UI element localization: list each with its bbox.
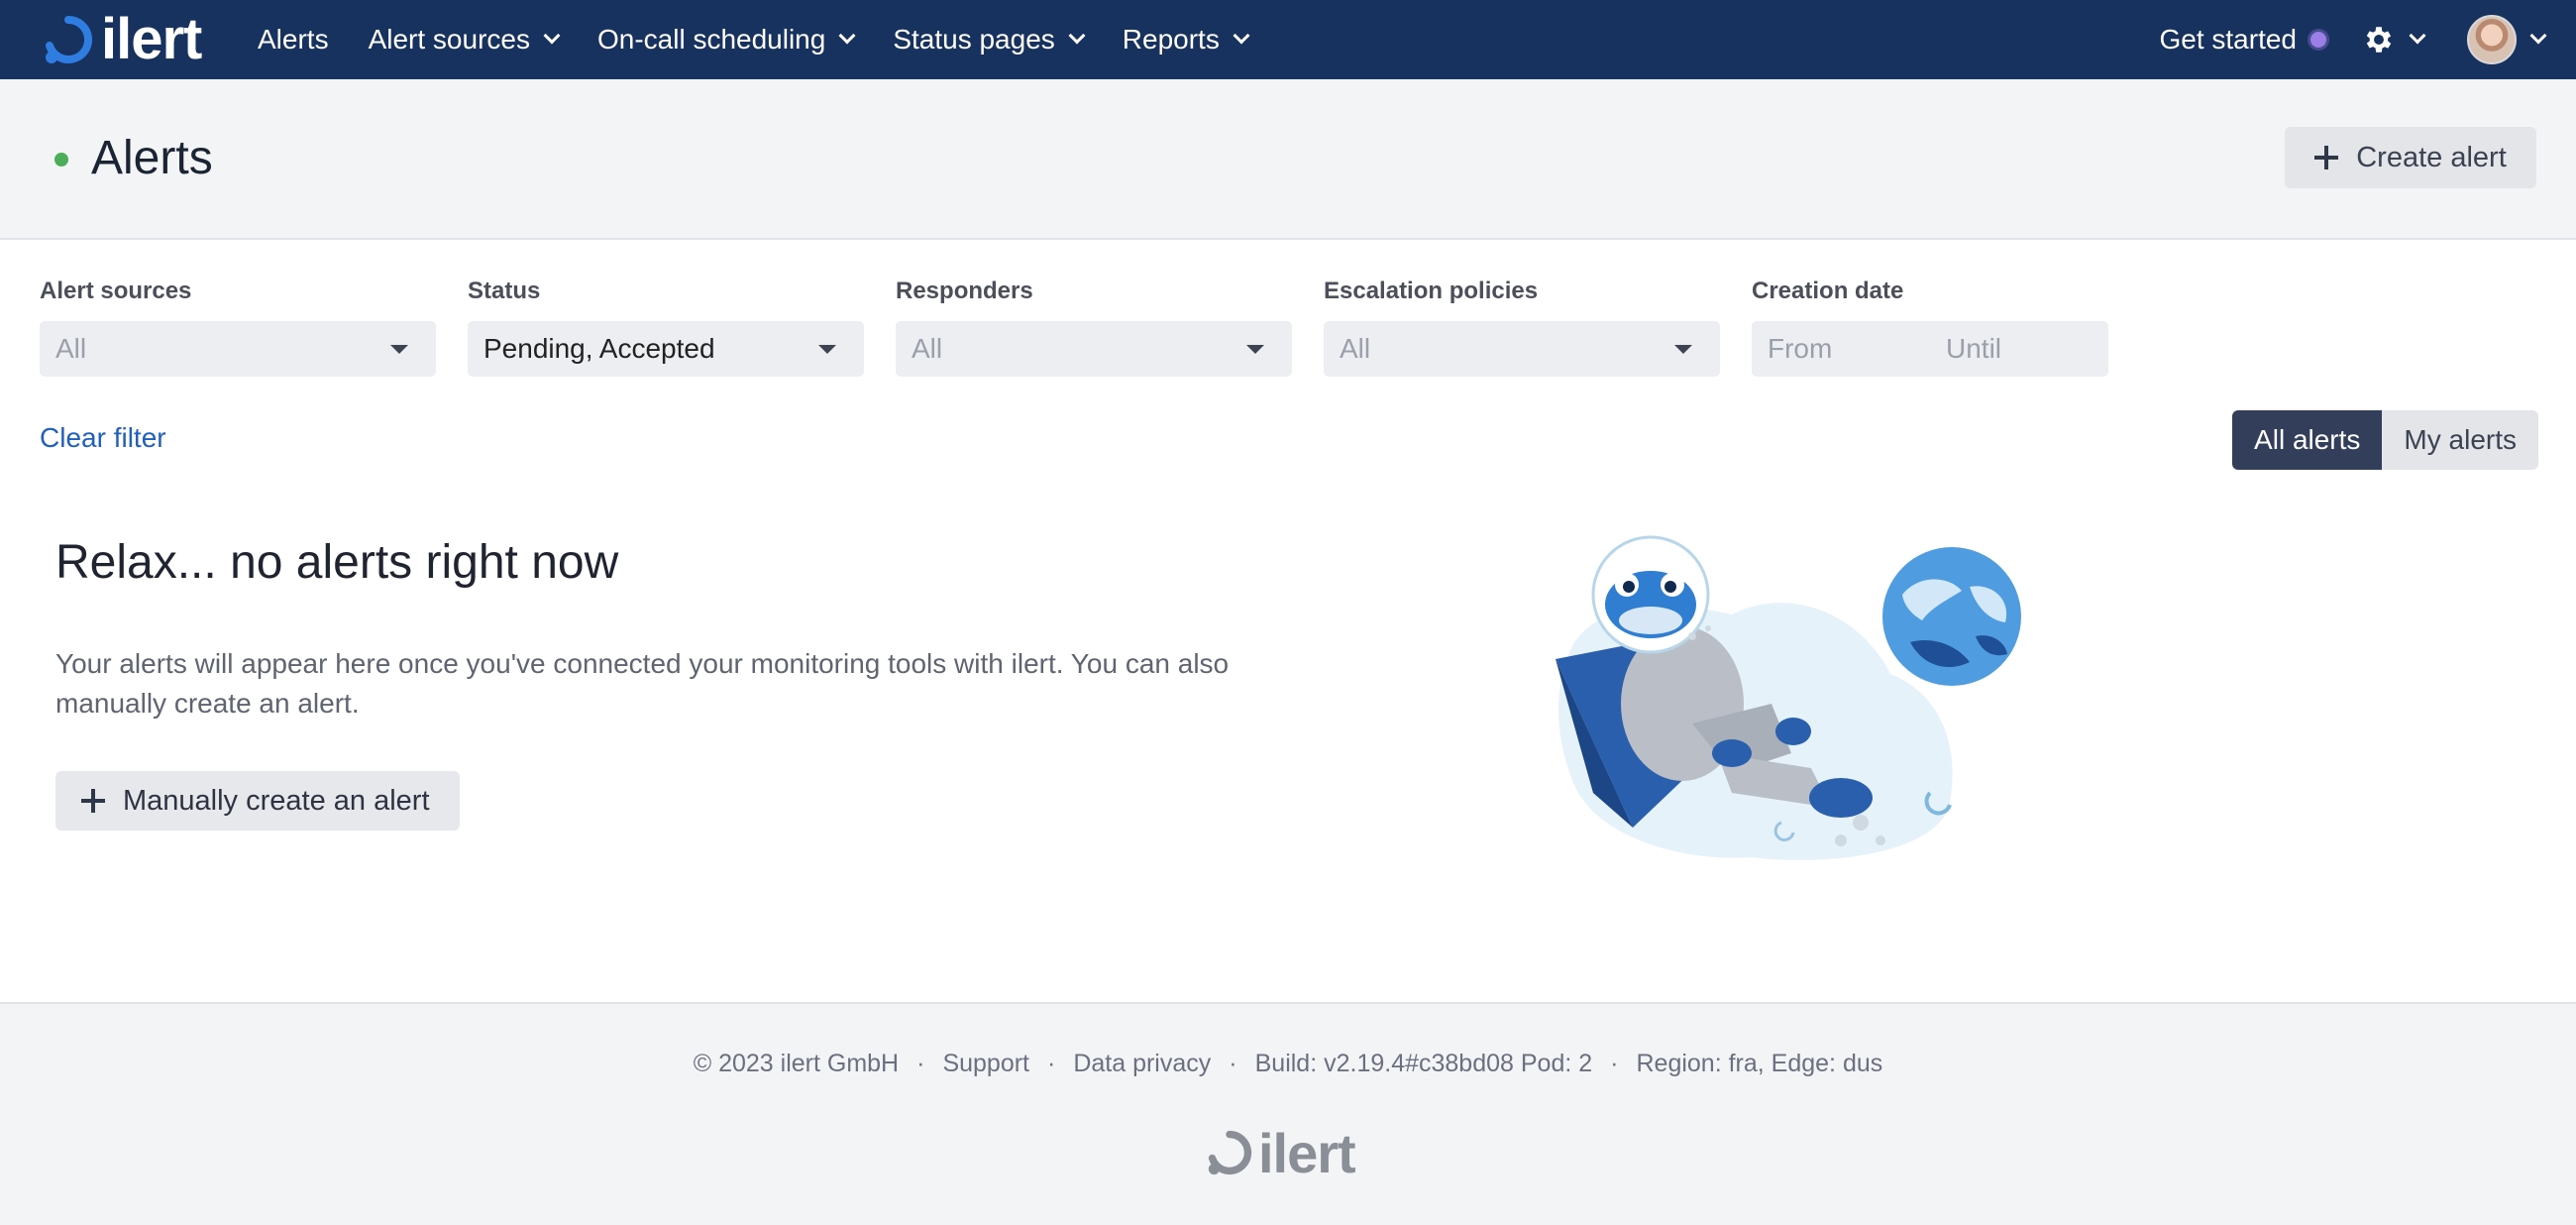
separator: · [1229, 1050, 1237, 1077]
page-title: Alerts [91, 132, 213, 184]
avatar [2467, 15, 2517, 64]
alerts-view-toggle: All alerts My alerts [2232, 410, 2538, 470]
filter-label: Status [468, 278, 541, 304]
nav-on-call-label: On-call scheduling [596, 24, 826, 55]
filter-responders: Responders All [896, 278, 1292, 377]
creation-date-range: From Until [1752, 321, 2108, 377]
caret-down-icon [1674, 345, 1692, 354]
create-alert-label: Create alert [2356, 141, 2507, 173]
nav-reports[interactable]: Reports [1122, 24, 1250, 56]
manual-create-label: Manually create an alert [123, 784, 430, 817]
select-value: All [1340, 333, 1371, 364]
footer: © 2023 ilert GmbH · Support · Data privacy · B… [0, 1002, 2576, 1225]
date-until-input[interactable]: Until [1946, 333, 2001, 365]
empty-state-description: Your alerts will appear here once you've… [55, 648, 1230, 719]
alert-sources-select[interactable]: All [40, 321, 436, 377]
select-value: Pending, Accepted [483, 333, 715, 364]
nav-status-pages-label: Status pages [893, 24, 1055, 55]
notification-dot-icon [2310, 32, 2326, 48]
nav-alert-sources-label: Alert sources [368, 24, 530, 55]
filter-label: Alert sources [40, 278, 192, 304]
manually-create-alert-button[interactable]: Manually create an alert [55, 771, 460, 831]
filter-status: Status Pending, Accepted [468, 278, 864, 377]
separator: · [916, 1050, 925, 1077]
create-alert-button[interactable]: Create alert [2285, 127, 2536, 188]
main-nav: Alerts Alert sources On-call scheduling … [258, 0, 1287, 79]
date-from-input[interactable]: From [1768, 333, 1946, 365]
logo-text: ilert [101, 7, 202, 71]
chevron-down-icon [1233, 27, 1250, 45]
caret-down-icon [818, 345, 836, 354]
nav-right: Get started [2159, 0, 2547, 79]
caret-down-icon [1246, 345, 1264, 354]
copyright-text: © 2023 ilert GmbH [693, 1050, 900, 1077]
support-link[interactable]: Support [942, 1050, 1029, 1077]
filter-label: Creation date [1752, 278, 1904, 304]
page-header: Alerts Create alert [0, 79, 2576, 240]
filter-label: Escalation policies [1324, 278, 1539, 304]
astronaut-frog-illustration [1556, 535, 2021, 860]
filter-escalation-policies: Escalation policies All [1324, 278, 1720, 377]
caret-down-icon [390, 345, 408, 354]
get-started-link[interactable]: Get started [2159, 24, 2326, 56]
filter-creation-date: Creation date From Until [1752, 278, 2108, 377]
get-started-label: Get started [2159, 24, 2297, 55]
chevron-down-icon [2529, 27, 2547, 45]
separator: · [1610, 1050, 1619, 1077]
all-alerts-button[interactable]: All alerts [2232, 410, 2383, 470]
settings-menu[interactable] [2362, 23, 2426, 56]
build-info: Build: v2.19.4#c38bd08 Pod: 2 [1254, 1050, 1593, 1077]
region-info: Region: fra, Edge: dus [1636, 1050, 1883, 1077]
clear-filter-link[interactable]: Clear filter [40, 422, 166, 454]
filter-label: Responders [896, 278, 1033, 304]
status-select[interactable]: Pending, Accepted [468, 321, 864, 377]
separator: · [1047, 1050, 1056, 1077]
select-value: All [55, 333, 87, 364]
ilert-logo-mark-icon [46, 15, 93, 63]
top-navbar: ilert Alerts Alert sources On-call sched… [0, 0, 2576, 79]
chevron-down-icon [543, 27, 561, 45]
nav-on-call-scheduling[interactable]: On-call scheduling [596, 24, 856, 56]
footer-logo: ilert [1207, 1121, 1356, 1184]
status-indicator-dot [54, 153, 68, 167]
chevron-down-icon [1068, 27, 1086, 45]
plus-icon [2314, 146, 2339, 169]
chevron-down-icon [2409, 27, 2426, 45]
ilert-logo[interactable]: ilert [44, 7, 202, 71]
ilert-logo-mark-icon [1208, 1130, 1252, 1175]
my-alerts-button[interactable]: My alerts [2382, 410, 2538, 470]
chevron-down-icon [838, 27, 856, 45]
gear-icon [2366, 27, 2392, 53]
responders-select[interactable]: All [896, 321, 1292, 377]
nav-alerts[interactable]: Alerts [258, 24, 329, 56]
nav-alert-sources[interactable]: Alert sources [368, 24, 561, 56]
user-menu[interactable] [2467, 15, 2547, 64]
filter-alert-sources: Alert sources All [40, 278, 436, 377]
footer-logo-text: ilert [1258, 1121, 1356, 1184]
nav-reports-label: Reports [1122, 24, 1220, 55]
nav-alerts-label: Alerts [258, 24, 329, 55]
escalation-policies-select[interactable]: All [1324, 321, 1720, 377]
footer-links: © 2023 ilert GmbH · Support · Data privacy · B… [0, 1050, 2576, 1078]
nav-status-pages[interactable]: Status pages [893, 24, 1086, 56]
plus-icon [81, 789, 105, 813]
select-value: All [912, 333, 943, 364]
data-privacy-link[interactable]: Data privacy [1073, 1050, 1211, 1077]
empty-state-title: Relax... no alerts right now [55, 536, 619, 589]
